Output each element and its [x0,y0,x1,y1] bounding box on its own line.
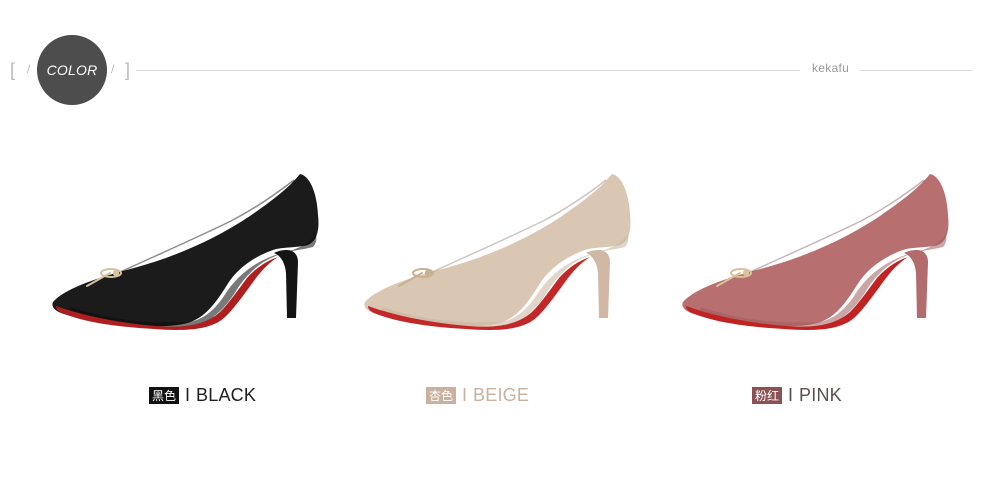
brand-name: kekafu [812,61,850,75]
variant-name-black: BLACK [196,385,257,405]
beige-shoe-image [358,158,658,338]
black-pump-shoe-icon [52,174,319,330]
variant-label-beige: 杏色 I BEIGE [426,384,529,406]
beige-pump-shoe-icon [364,174,631,330]
pink-pump-shoe-icon [682,174,949,330]
black-shoe-image [46,158,346,338]
variant-name-pink: PINK [799,385,842,405]
left-bracket-decoration: [ [10,60,16,80]
variant-label-pink: 粉红 I PINK [752,384,842,406]
variant-chip-beige: 杏色 [426,386,457,404]
variant-chip-black: 黑色 [149,386,180,404]
variant-separator-black: I [185,385,191,405]
variant-label-black: 黑色 I BLACK [149,384,256,406]
variant-chip-pink: 粉红 [752,386,783,404]
left-slash-decoration: / [27,62,31,76]
variant-separator-pink: I [788,385,794,405]
variant-separator-beige: I [462,385,468,405]
header-divider-line [136,70,800,71]
color-badge: COLOR [37,35,107,105]
right-bracket-decoration: ] [125,60,131,80]
variant-name-beige: BEIGE [473,385,530,405]
header-divider-line-right [860,70,972,71]
product-color-banner: [ / COLOR / ] kekafu 黑色 I BLACK 杏色 I BEI… [0,0,990,484]
right-slash-decoration: / [111,62,115,76]
pink-shoe-image [676,158,976,338]
